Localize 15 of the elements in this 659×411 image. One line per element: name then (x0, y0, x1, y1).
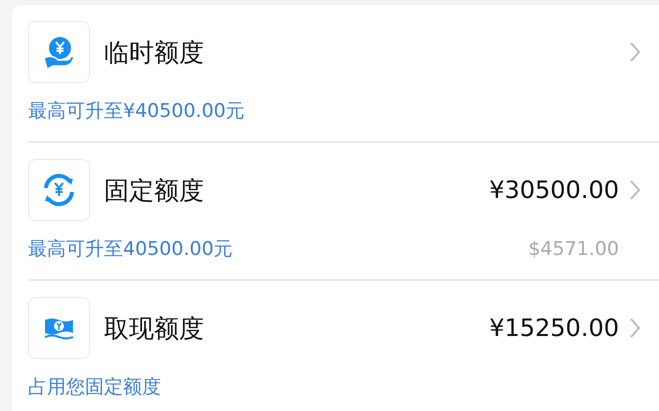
chevron-icon[interactable] (629, 179, 641, 201)
limit-note: 最高可升至40500.00元 (28, 237, 233, 262)
limit-note: 占用您固定额度 (28, 375, 161, 400)
chevron-icon[interactable] (629, 41, 641, 63)
item-title: 临时额度 (104, 36, 205, 68)
chevron-icon[interactable] (629, 317, 641, 339)
item-title: 固定额度 (104, 174, 205, 206)
amount: ¥15250.00 (489, 314, 619, 342)
secondary-amount: $4571.00 (528, 238, 619, 260)
hand-coin-icon (28, 21, 90, 83)
amount: ¥30500.00 (489, 176, 619, 204)
yuan-cycle-icon (28, 159, 90, 221)
item-title: 取现额度 (104, 312, 205, 344)
banknote-icon (28, 297, 90, 359)
limit-note: 最高可升至¥40500.00元 (28, 99, 245, 124)
